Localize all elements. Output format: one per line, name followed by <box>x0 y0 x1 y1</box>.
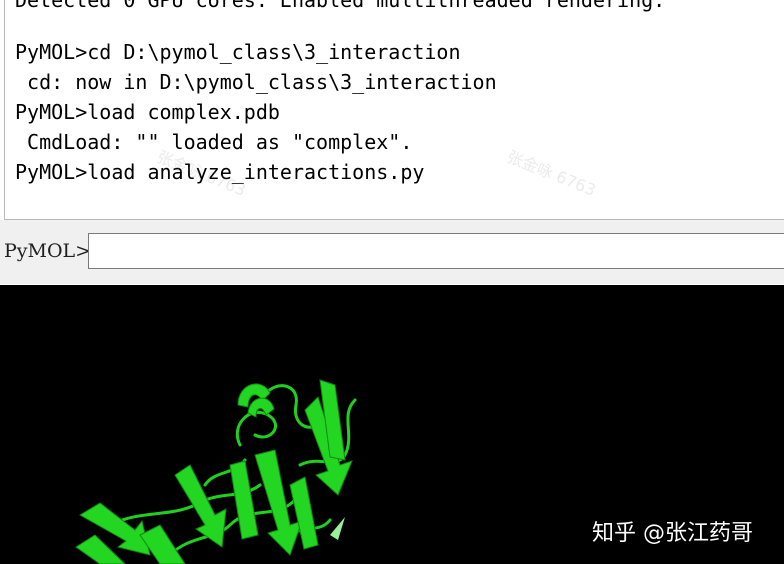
command-prompt-label: PyMOL> <box>4 240 92 262</box>
beta-strand-arrow <box>75 534 126 564</box>
molecule-viewer[interactable]: 知乎 @张江药哥 <box>0 285 784 564</box>
watermark-text: 张金咏 6763 <box>504 147 599 200</box>
log-line-truncated: Detected 0 GPU cores. Enabled multithrea… <box>15 0 666 12</box>
beta-strand-arrow <box>139 524 186 564</box>
beta-strand-arrow <box>229 460 259 540</box>
credit-watermark: 知乎 @张江药哥 <box>592 521 753 546</box>
log-line: PyMOL>load complex.pdb <box>15 100 280 124</box>
command-input[interactable] <box>88 233 784 269</box>
beta-strand-arrow <box>174 464 227 548</box>
highlight-fragment <box>330 517 345 540</box>
log-line: CmdLoad: "" loaded as "complex". <box>15 130 413 154</box>
log-output-panel[interactable]: Detected 0 GPU cores. Enabled multithrea… <box>4 0 784 220</box>
command-row: PyMOL> <box>0 220 784 284</box>
log-line: cd: now in D:\pymol_class\3_interaction <box>15 70 497 94</box>
helix-segment <box>247 397 275 418</box>
log-line: PyMOL>cd D:\pymol_class\3_interaction <box>15 40 461 64</box>
